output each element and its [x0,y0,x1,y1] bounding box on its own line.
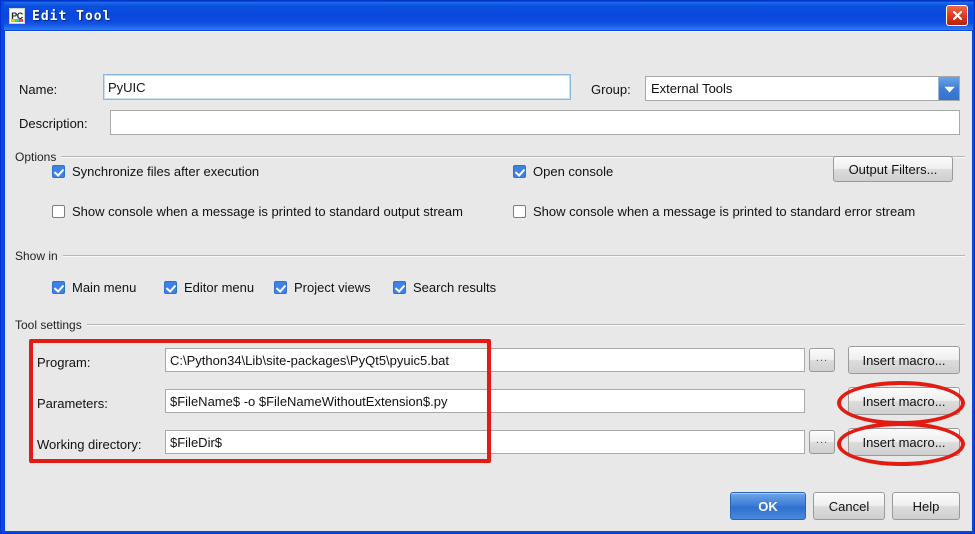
description-label: Description: [19,116,88,131]
checkbox-indicator [52,281,65,294]
checkbox-indicator [513,205,526,218]
checkbox-main-menu[interactable]: Main menu [52,280,136,295]
working-directory-input-value: $FileDir$ [170,434,223,450]
options-group-separator: Options [15,150,965,164]
checkbox-project-views[interactable]: Project views [274,280,371,295]
checkbox-indicator [52,165,65,178]
cancel-button-label: Cancel [828,498,870,514]
insert-macro-parameters-button[interactable]: Insert macro... [848,387,960,415]
checkbox-label: Open console [533,164,614,179]
checkbox-label: Search results [413,280,497,295]
checkbox-label: Show console when a message is printed t… [533,204,916,219]
chevron-down-icon[interactable] [938,77,959,100]
tool-settings-group-title: Tool settings [15,318,82,332]
help-button-label: Help [912,498,940,514]
checkbox-editor-menu[interactable]: Editor menu [164,280,254,295]
ok-button-label: OK [758,498,778,514]
program-input-value: C:\Python34\Lib\site-packages\PyQt5\pyui… [170,352,449,368]
checkbox-search-results[interactable]: Search results [393,280,496,295]
close-icon[interactable] [946,5,968,26]
output-filters-button-label: Output Filters... [848,161,938,177]
parameters-label: Parameters: [37,396,108,411]
show-in-group-title: Show in [15,249,58,263]
program-browse-button[interactable]: ... [809,348,835,372]
working-directory-input[interactable]: $FileDir$ [165,430,805,454]
checkbox-label: Synchronize files after execution [72,164,260,179]
checkbox-show-console-stdout[interactable]: Show console when a message is printed t… [52,204,463,219]
output-filters-button[interactable]: Output Filters... [833,156,953,182]
name-label: Name: [19,82,58,97]
checkbox-label: Show console when a message is printed t… [72,204,463,219]
program-label: Program: [37,355,91,370]
group-label: Group: [591,82,631,97]
edit-tool-dialog: PC Edit Tool Name: PyUIC Group: External… [0,0,975,534]
group-combobox-value: External Tools [651,81,733,96]
ellipsis-icon: ... [815,352,829,364]
checkbox-indicator [164,281,177,294]
options-group-title: Options [15,150,57,164]
description-input[interactable] [110,110,960,135]
dialog-body: Name: PyUIC Group: External Tools Descri… [5,31,972,531]
ellipsis-icon: ... [815,434,829,446]
working-directory-browse-button[interactable]: ... [809,430,835,454]
title-bar[interactable]: PC Edit Tool [4,2,973,30]
insert-macro-label: Insert macro... [862,393,946,409]
insert-macro-program-button[interactable]: Insert macro... [848,346,960,374]
group-combobox[interactable]: External Tools [645,76,960,101]
insert-macro-working-directory-button[interactable]: Insert macro... [848,428,960,456]
insert-macro-label: Insert macro... [862,352,946,368]
program-input[interactable]: C:\Python34\Lib\site-packages\PyQt5\pyui… [165,348,805,372]
help-button[interactable]: Help [892,492,960,520]
checkbox-synchronize-files[interactable]: Synchronize files after execution [52,164,259,179]
cancel-button[interactable]: Cancel [813,492,885,520]
working-directory-label: Working directory: [37,437,142,452]
checkbox-indicator [513,165,526,178]
checkbox-label: Editor menu [184,280,255,295]
checkbox-label: Project views [294,280,371,295]
checkbox-indicator [52,205,65,218]
show-in-group-separator: Show in [15,249,965,263]
checkbox-open-console[interactable]: Open console [513,164,613,179]
window-title: Edit Tool [32,8,112,24]
name-input[interactable]: PyUIC [103,74,571,100]
parameters-input-value: $FileName$ -o $FileNameWithoutExtension$… [170,393,448,409]
pycharm-icon: PC [9,8,25,24]
insert-macro-label: Insert macro... [862,434,946,450]
checkbox-indicator [274,281,287,294]
checkbox-show-console-stderr[interactable]: Show console when a message is printed t… [513,204,915,219]
checkbox-indicator [393,281,406,294]
checkbox-label: Main menu [72,280,137,295]
tool-settings-group-separator: Tool settings [15,318,965,332]
name-input-value: PyUIC [108,79,146,95]
ok-button[interactable]: OK [730,492,806,520]
parameters-input[interactable]: $FileName$ -o $FileNameWithoutExtension$… [165,389,805,413]
